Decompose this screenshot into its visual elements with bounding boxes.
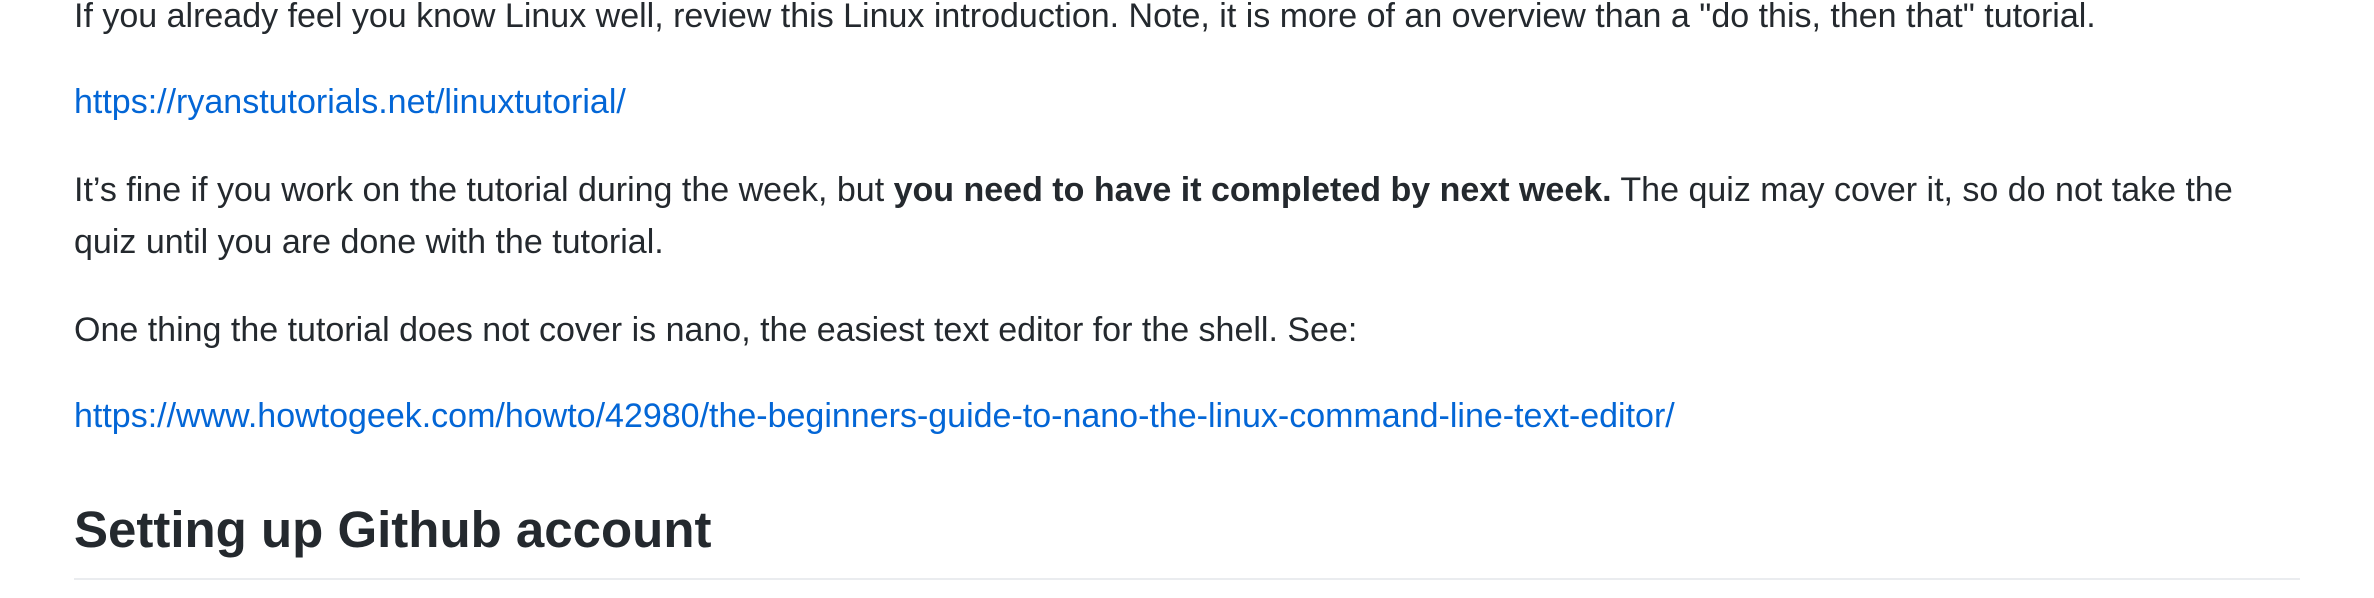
- deadline-paragraph: It’s fine if you work on the tutorial du…: [74, 164, 2300, 268]
- link-paragraph-1: https://ryanstutorials.net/linuxtutorial…: [74, 76, 626, 128]
- link-paragraph-2: https://www.howtogeek.com/howto/42980/th…: [74, 390, 1675, 442]
- ryanstutorials-link[interactable]: https://ryanstutorials.net/linuxtutorial…: [74, 83, 626, 121]
- intro-paragraph: If you already feel you know Linux well,…: [74, 0, 2096, 35]
- howtogeek-nano-link[interactable]: https://www.howtogeek.com/howto/42980/th…: [74, 397, 1675, 435]
- section-heading: Setting up Github account: [74, 501, 712, 558]
- deadline-text-before: It’s fine if you work on the tutorial du…: [74, 171, 894, 209]
- heading-divider: [74, 578, 2300, 580]
- deadline-bold-text: you need to have it completed by next we…: [893, 171, 1612, 209]
- nano-paragraph: One thing the tutorial does not cover is…: [74, 311, 1358, 349]
